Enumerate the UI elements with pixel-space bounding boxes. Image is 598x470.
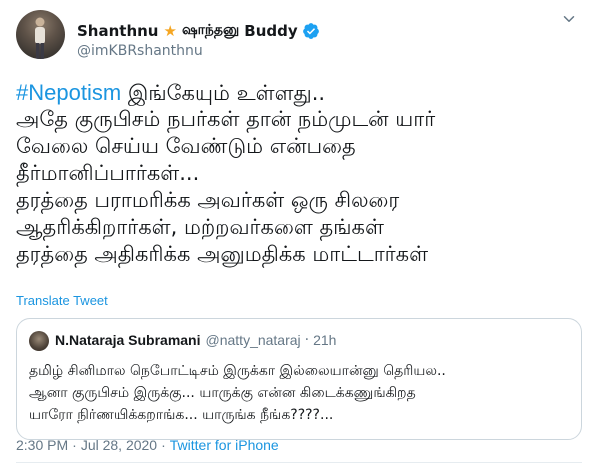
divider [16, 462, 582, 463]
tweet-meta: 2:30 PM · Jul 28, 2020 · Twitter for iPhone [16, 437, 279, 453]
author-avatar[interactable] [16, 10, 65, 59]
quoted-text-line: தமிழ் சினிமால நெபோட்டிசம் இருக்கா இல்லைய… [29, 363, 446, 379]
tweet-date[interactable]: Jul 28, 2020 [81, 437, 157, 453]
tweet-text-line: தரத்தை பராமரிக்க அவர்கள் ஒரு சிலரை [16, 188, 400, 212]
translate-tweet-link[interactable]: Translate Tweet [16, 293, 108, 308]
author-handle[interactable]: @imKBRshanthnu [77, 43, 203, 59]
avatar-person-icon [35, 17, 45, 59]
quoted-tweet[interactable]: N.Nataraja Subramani @natty_nataraj · 21… [16, 318, 582, 440]
quoted-text-line: யாரோ நிர்ணயிக்கறாங்க... யாருங்க நீங்க???… [29, 407, 334, 423]
tweet-text-line: அதே குருபிசம் நபர்கள் தான் நம்முடன் யார் [16, 107, 436, 131]
author-tamil-name[interactable]: ஷாந்தனு [182, 22, 239, 40]
tweet-header: Shanthnu ★ ஷாந்தனு Buddy @imKBRshanthnu [16, 10, 582, 66]
chevron-down-icon[interactable] [560, 10, 578, 28]
quoted-timestamp[interactable]: 21h [313, 332, 336, 348]
author-name-suffix[interactable]: Buddy [244, 22, 297, 40]
tweet-text-line: தீர்மானிப்பார்கள்... [16, 161, 200, 185]
author-name-row[interactable]: Shanthnu ★ ஷாந்தனு Buddy [77, 20, 320, 42]
verified-badge-icon [302, 23, 319, 39]
quoted-author-name[interactable]: N.Nataraja Subramani [55, 332, 201, 348]
hashtag-link[interactable]: #Nepotism [16, 80, 121, 105]
quoted-separator: · [304, 332, 310, 348]
quoted-tweet-text: தமிழ் சினிமால நெபோட்டிசம் இருக்கா இல்லைய… [29, 360, 569, 426]
quoted-author-handle[interactable]: @natty_nataraj [206, 332, 301, 348]
quoted-author-avatar[interactable] [29, 331, 49, 351]
tweet-text-line: #Nepotism இங்கேயும் உள்ளது.. [16, 79, 582, 106]
star-icon: ★ [163, 21, 177, 40]
meta-separator: · [161, 437, 166, 453]
tweet-text: #Nepotism இங்கேயும் உள்ளது.. அதே குருபிச… [16, 79, 582, 268]
author-display-name[interactable]: Shanthnu [77, 22, 159, 40]
tweet-text-line: தரத்தை அதிகரிக்க அனுமதிக்க மாட்டார்கள் [16, 242, 429, 266]
quoted-text-line: ஆனா குருபிசம் இருக்கு... யாருக்கு என்ன க… [29, 385, 416, 401]
meta-separator: · [72, 437, 77, 453]
tweet-text-segment: இங்கேயும் உள்ளது.. [121, 81, 326, 105]
tweet-card: Shanthnu ★ ஷாந்தனு Buddy @imKBRshanthnu … [0, 0, 598, 470]
tweet-time[interactable]: 2:30 PM [16, 437, 68, 453]
tweet-text-line: ஆதரிக்கிறார்கள், மற்றவர்களை தங்கள் [16, 215, 384, 239]
tweet-source-link[interactable]: Twitter for iPhone [170, 437, 279, 453]
tweet-text-line: வேலை செய்ய வேண்டும் என்பதை [16, 134, 356, 158]
quoted-author-row: N.Nataraja Subramani @natty_nataraj · 21… [55, 332, 336, 348]
